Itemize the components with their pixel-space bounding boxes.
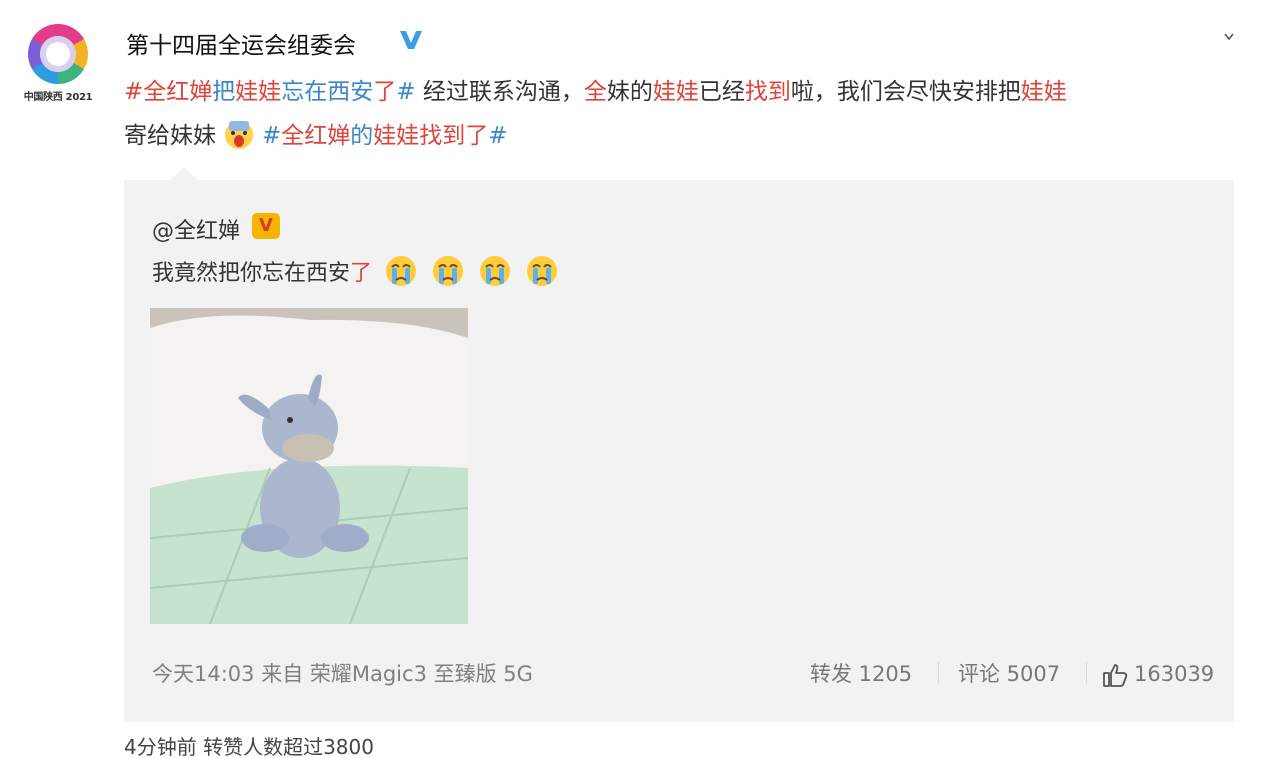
orange-v-verified-icon: V <box>252 213 280 239</box>
repost-author-name[interactable]: @全红婵 <box>152 213 240 245</box>
post-segment: 已经 <box>698 79 745 105</box>
account-name[interactable]: 第十四届全运会组委会 <box>126 26 356 60</box>
like-count[interactable]: 163039 <box>1134 662 1214 686</box>
hashtag-segment[interactable]: 全红婵 <box>281 123 350 149</box>
post-segment[interactable]: 娃娃 <box>1021 79 1067 105</box>
chevron-down-icon[interactable] <box>1222 30 1236 44</box>
post-segment[interactable]: 全 <box>584 79 607 105</box>
hashtag-segment[interactable]: 娃娃找到了 <box>373 123 488 149</box>
post-segment[interactable]: 了 <box>373 79 396 105</box>
crying-face-icon <box>527 256 558 286</box>
hashtag-segment[interactable]: # <box>488 123 507 149</box>
games-logo-icon <box>28 24 88 84</box>
footer-info: 4分钟前 转赞人数超过3800 <box>124 735 374 758</box>
comment-button[interactable]: 评论 5007 <box>958 658 1060 688</box>
post-segment[interactable]: 忘在西安 <box>281 79 373 105</box>
post-segment: 啦，我们会尽快安排把 <box>790 79 1021 105</box>
verified-icon <box>400 31 422 49</box>
post-line-1: #全红婵把娃娃忘在西安了# 经过联系沟通，全妹的娃娃已经找到啦，我们会尽快安排把… <box>124 70 1224 114</box>
post-segment[interactable]: 娃娃 <box>653 79 699 105</box>
repost-text: 我竟然把你忘在西安了 <box>152 252 560 296</box>
post-segment: 经过联系沟通， <box>422 79 584 105</box>
post-segment[interactable]: 找到 <box>745 79 791 105</box>
divider <box>938 662 939 684</box>
crying-face-icon <box>433 256 464 286</box>
hashtag-segment[interactable]: # <box>262 123 281 149</box>
shocked-face-emoji-icon <box>225 121 253 149</box>
post-segment[interactable]: # <box>396 79 423 105</box>
divider <box>1086 662 1087 684</box>
post-segment[interactable]: 娃娃 <box>235 79 281 105</box>
post-line-2: 寄给妹妹 #全红婵的娃娃找到了# <box>124 114 1224 158</box>
repost-text-red: 了 <box>350 261 373 286</box>
thumbs-up-icon[interactable] <box>1102 662 1128 688</box>
avatar-caption: 中国陕西 2021 <box>23 92 93 103</box>
hashtag-link[interactable]: #全红婵的娃娃找到了# <box>262 123 508 149</box>
post-line-2-text: 寄给妹妹 <box>124 123 216 149</box>
post-time-source: 今天14:03 来自 荣耀Magic3 至臻版 5G <box>152 662 533 686</box>
post-segment: 妹的 <box>606 79 653 105</box>
repost-pointer <box>170 167 198 181</box>
post-segment[interactable]: #全红婵 <box>124 79 212 105</box>
hashtag-segment[interactable]: 的 <box>350 123 373 149</box>
post-text: #全红婵把娃娃忘在西安了# 经过联系沟通，全妹的娃娃已经找到啦，我们会尽快安排把… <box>124 70 1224 158</box>
repost-text-main: 我竟然把你忘在西安 <box>152 261 351 286</box>
plush-donkey-photo[interactable] <box>150 308 468 624</box>
account-avatar[interactable]: 中国陕西 2021 <box>20 24 96 108</box>
post-segment[interactable]: 把 <box>212 79 235 105</box>
crying-face-icon <box>386 256 417 286</box>
crying-face-icon <box>480 256 511 286</box>
repost-button[interactable]: 转发 1205 <box>810 658 912 688</box>
